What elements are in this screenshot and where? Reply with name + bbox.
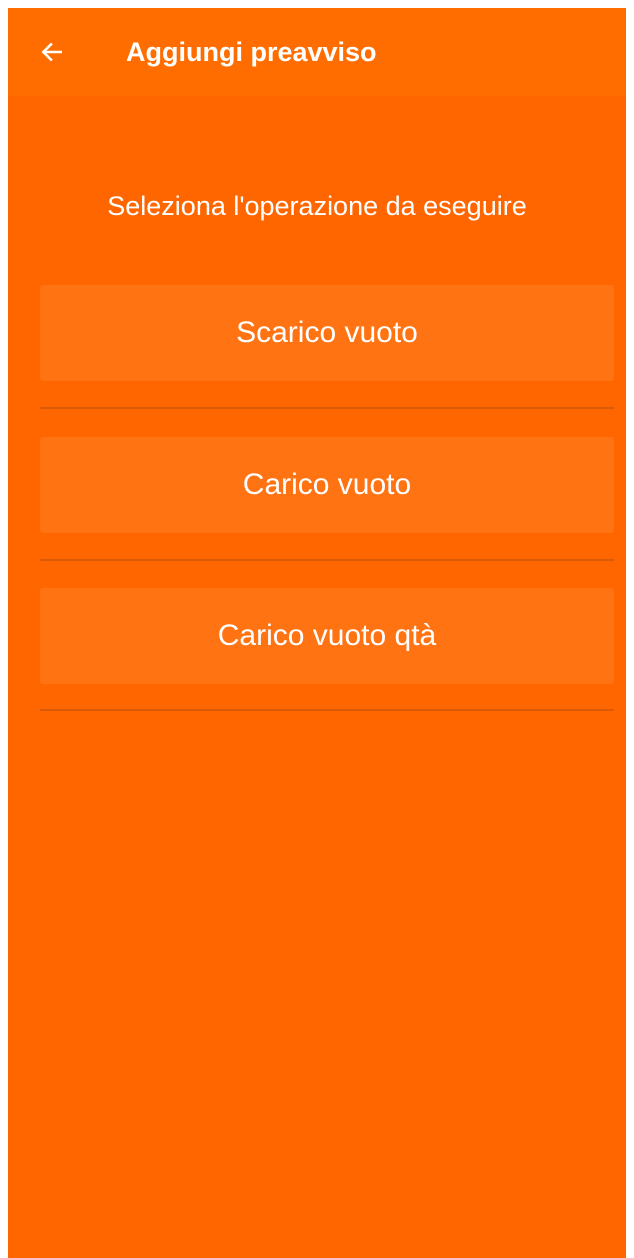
app-bar: Aggiungi preavviso <box>8 8 626 96</box>
option-carico-vuoto-button[interactable]: Carico vuoto <box>40 437 614 533</box>
divider <box>40 709 614 711</box>
page-title: Aggiungi preavviso <box>126 37 377 67</box>
divider <box>40 407 614 409</box>
arrow-left-icon <box>41 42 62 62</box>
add-notice-screen: Aggiungi preavviso Seleziona l'operazion… <box>8 8 626 1258</box>
option-carico-vuoto-qta-button[interactable]: Carico vuoto qtà <box>40 588 614 684</box>
back-button[interactable] <box>26 26 78 78</box>
instruction-text: Seleziona l'operazione da eseguire <box>107 191 527 221</box>
option-scarico-vuoto-button[interactable]: Scarico vuoto <box>40 285 614 381</box>
divider <box>40 559 614 561</box>
